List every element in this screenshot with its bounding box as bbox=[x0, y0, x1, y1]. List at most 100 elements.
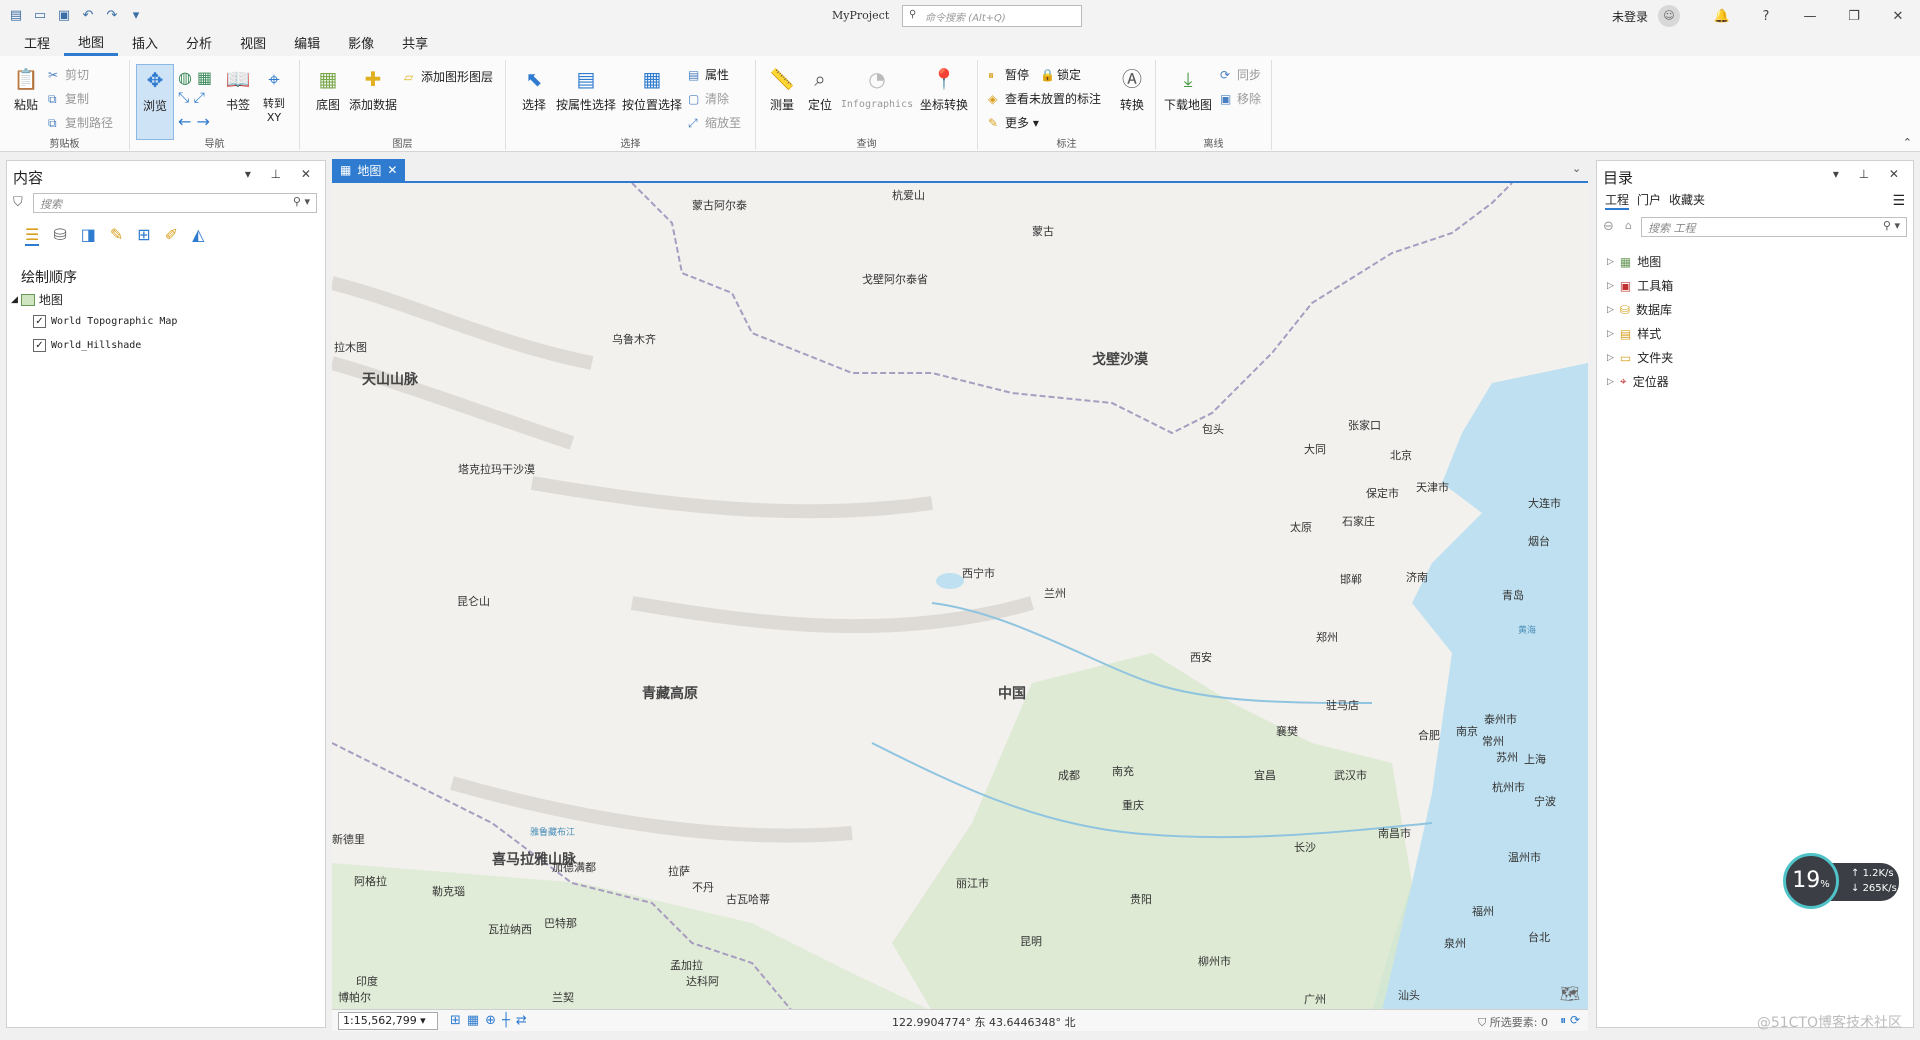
catalog-item-locators[interactable]: ▷ ⌖ 定位器 bbox=[1607, 373, 1669, 390]
add-data-button[interactable]: ✚ 添加数据 bbox=[348, 64, 398, 113]
full-extent-icon[interactable]: ◍ ▦ bbox=[178, 68, 212, 87]
expand-arrow-icon[interactable]: ▷ bbox=[1607, 257, 1614, 267]
new-project-icon[interactable]: ▤ bbox=[8, 8, 24, 24]
add-graphics-layer-button[interactable]: ▱ 添加图形图层 bbox=[404, 68, 493, 85]
attributes-button[interactable]: ▤ 属性 bbox=[688, 66, 729, 83]
chevron-down-icon[interactable]: ⌄ bbox=[1572, 162, 1581, 175]
tab-edit[interactable]: 编辑 bbox=[280, 33, 334, 56]
goto-xy-button[interactable]: ⌖ 转到 XY bbox=[254, 64, 294, 124]
map-tree-node[interactable]: ◢ 地图 bbox=[11, 291, 63, 308]
tab-insert[interactable]: 插入 bbox=[118, 33, 172, 56]
filter-icon[interactable]: ⛉ bbox=[13, 195, 23, 210]
catalog-tab-portal[interactable]: 门户 bbox=[1637, 191, 1661, 210]
drawing-order-icon[interactable]: ☰ bbox=[25, 225, 40, 246]
scale-selector[interactable]: 1:15,562,799 ▾ bbox=[338, 1011, 438, 1030]
help-button[interactable]: ? bbox=[1744, 9, 1788, 24]
paste-button[interactable]: 📋 粘贴 bbox=[6, 64, 46, 113]
select-button[interactable]: ⬉ 选择 bbox=[514, 64, 554, 113]
customize-icon[interactable]: ▾ bbox=[128, 8, 144, 24]
save-icon[interactable]: ▣ bbox=[56, 8, 72, 24]
editing-icon[interactable]: ✎ bbox=[110, 225, 123, 246]
sync-button[interactable]: ⟳ 同步 bbox=[1220, 66, 1261, 83]
previous-extent-icon[interactable]: ← → bbox=[178, 112, 210, 131]
undo-icon[interactable]: ↶ bbox=[80, 8, 96, 24]
infographics-button[interactable]: ◔ Infographics bbox=[840, 64, 914, 110]
copy-path-button[interactable]: ⧉ 复制路径 bbox=[48, 114, 113, 131]
tab-share[interactable]: 共享 bbox=[388, 33, 442, 56]
unplaced-labels-button[interactable]: ◈ 查看未放置的标注 bbox=[988, 90, 1101, 107]
collapse-ribbon-icon[interactable]: ⌃ bbox=[1903, 136, 1912, 149]
layer-item[interactable]: ✓ World Topographic Map bbox=[33, 315, 177, 328]
tab-imagery[interactable]: 影像 bbox=[334, 33, 388, 56]
tab-view[interactable]: 视图 bbox=[226, 33, 280, 56]
convert-coordinates-button[interactable]: 📍 坐标转换 bbox=[916, 64, 972, 113]
collapse-arrow-icon[interactable]: ◢ bbox=[11, 295, 18, 305]
layer-visibility-checkbox[interactable]: ✓ bbox=[33, 339, 46, 352]
catalog-item-styles[interactable]: ▷ ▤ 样式 bbox=[1607, 325, 1661, 342]
locate-button[interactable]: ⌕ 定位 bbox=[800, 64, 840, 113]
fixed-zoom-icon[interactable]: ⤡ ⤢ bbox=[178, 90, 205, 106]
expand-arrow-icon[interactable]: ▷ bbox=[1607, 281, 1614, 291]
more-labeling-button[interactable]: ✎ 更多 ▾ bbox=[988, 114, 1039, 131]
catalog-item-maps[interactable]: ▷ ▦ 地图 bbox=[1607, 253, 1661, 270]
avatar[interactable]: ☺ bbox=[1658, 5, 1680, 27]
remove-button[interactable]: ▣ 移除 bbox=[1220, 90, 1261, 107]
map-view[interactable]: 杭爱山 蒙古阿尔泰 戈壁阿尔泰省 天山山脉 昆仑山 喜马拉雅山脉 雅鲁藏布江 蒙古 戈壁沙漠 塔克… bbox=[332, 181, 1588, 1009]
map-tools-icons[interactable]: ⊞▦⊕┼⇄ bbox=[450, 1013, 533, 1028]
close-icon[interactable]: ✕ bbox=[387, 163, 397, 177]
tab-project[interactable]: 工程 bbox=[10, 33, 64, 56]
snapping-icon[interactable]: ⊞ bbox=[137, 225, 150, 246]
download-map-button[interactable]: ⤓ 下载地图 bbox=[1162, 64, 1214, 113]
select-by-attributes-button[interactable]: ▤ 按属性选择 bbox=[554, 64, 618, 113]
expand-arrow-icon[interactable]: ▷ bbox=[1607, 305, 1614, 315]
command-search-input[interactable]: ⚲ 命令搜索 (Alt+Q) bbox=[902, 5, 1082, 27]
expand-arrow-icon[interactable]: ▷ bbox=[1607, 353, 1614, 363]
tab-analysis[interactable]: 分析 bbox=[172, 33, 226, 56]
basemap-icon: ▦ bbox=[318, 67, 338, 91]
explore-button[interactable]: ✥ 浏览 bbox=[136, 64, 174, 140]
maximize-button[interactable]: ❐ bbox=[1832, 9, 1876, 24]
perspective-icon[interactable]: ◭ bbox=[192, 225, 204, 246]
zoom-to-button[interactable]: ⤢ 缩放至 bbox=[688, 114, 741, 131]
expand-arrow-icon[interactable]: ▷ bbox=[1607, 377, 1614, 387]
copy-button[interactable]: ⧉ 复制 bbox=[48, 90, 89, 107]
minimize-button[interactable]: — bbox=[1788, 9, 1832, 24]
catalog-tab-project[interactable]: 工程 bbox=[1605, 191, 1630, 210]
catalog-pane-controls[interactable]: ▾ ⊥ ✕ bbox=[1833, 167, 1907, 181]
redo-icon[interactable]: ↷ bbox=[104, 8, 120, 24]
layer-visibility-checkbox[interactable]: ✓ bbox=[33, 315, 46, 328]
select-by-location-button[interactable]: ▦ 按位置选择 bbox=[620, 64, 684, 113]
lock-labeling-button[interactable]: 🔒 锁定 bbox=[1040, 66, 1081, 83]
clear-button[interactable]: ▢ 清除 bbox=[688, 90, 729, 107]
contents-pane-controls[interactable]: ▾ ⊥ ✕ bbox=[245, 167, 319, 181]
user-label[interactable]: 未登录 bbox=[1612, 8, 1648, 25]
convert-labels-button[interactable]: Ⓐ 转换 bbox=[1112, 64, 1152, 113]
expand-arrow-icon[interactable]: ▷ bbox=[1607, 329, 1614, 339]
catalog-item-folders[interactable]: ▷ ▭ 文件夹 bbox=[1607, 349, 1673, 366]
map-overview-icon[interactable]: 🗺 bbox=[1560, 984, 1580, 1003]
close-button[interactable]: ✕ bbox=[1876, 9, 1920, 24]
contents-search-input[interactable]: 搜索 ⚲ ▾ bbox=[33, 193, 317, 213]
data-source-icon[interactable]: ⛁ bbox=[53, 225, 66, 246]
catalog-tab-favorites[interactable]: 收藏夹 bbox=[1669, 191, 1705, 210]
catalog-item-databases[interactable]: ▷ ⛁ 数据库 bbox=[1607, 301, 1672, 318]
cut-button[interactable]: ✂ 剪切 bbox=[48, 66, 89, 83]
catalog-menu-icon[interactable]: ☰ bbox=[1892, 193, 1905, 209]
back-icon[interactable]: ⊖ bbox=[1603, 219, 1614, 234]
labeling-icon[interactable]: ✐ bbox=[165, 225, 178, 246]
pause-drawing-icon[interactable]: ⏸ ⟳ bbox=[1560, 1013, 1580, 1028]
bookmarks-button[interactable]: 📖 书签 bbox=[218, 64, 258, 113]
basemap-button[interactable]: ▦ 底图 bbox=[308, 64, 348, 113]
layer-item[interactable]: ✓ World_Hillshade bbox=[33, 339, 141, 352]
notification-icon[interactable]: 🔔 bbox=[1700, 9, 1744, 24]
network-speed-widget[interactable]: ↑ 1.2K/s ↓ 265K/s 19% bbox=[1783, 853, 1903, 909]
catalog-search-input[interactable]: 搜索 工程 ⚲ ▾ bbox=[1641, 217, 1907, 237]
selection-icon[interactable]: ◨ bbox=[81, 225, 96, 246]
open-icon[interactable]: ▭ bbox=[32, 8, 48, 24]
catalog-item-toolboxes[interactable]: ▷ ▣ 工具箱 bbox=[1607, 277, 1673, 294]
pause-labeling-button[interactable]: ⏸ 暂停 bbox=[988, 66, 1029, 83]
home-icon[interactable]: ⌂ bbox=[1625, 219, 1632, 232]
tab-map[interactable]: 地图 bbox=[64, 32, 119, 56]
tab-map-view[interactable]: ▦ 地图 ✕ bbox=[332, 159, 406, 181]
measure-button[interactable]: 📏 测量 bbox=[762, 64, 802, 113]
